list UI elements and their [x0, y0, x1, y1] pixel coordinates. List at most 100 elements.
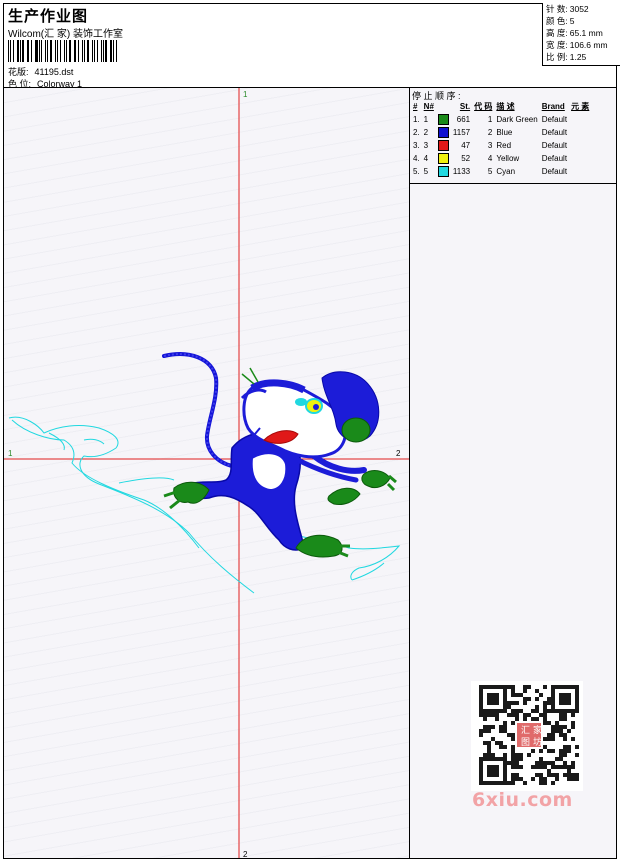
qr-module: [547, 761, 551, 765]
qr-module: [515, 765, 519, 769]
qr-module: [563, 725, 567, 729]
qr-module: [535, 717, 539, 721]
qr-module: [539, 749, 543, 753]
thread-idx: 5.: [413, 167, 420, 176]
qr-module: [571, 773, 575, 777]
thread-idx: 4.: [413, 154, 420, 163]
design-canvas: 1 1 2 2: [3, 87, 411, 859]
qr-module: [559, 749, 563, 753]
qr-module: [499, 741, 503, 745]
barcode-bar: [13, 40, 14, 62]
qr-module: [491, 725, 495, 729]
qr-module: [559, 713, 563, 717]
barcode-bar: [35, 40, 38, 62]
qr-module: [547, 701, 551, 705]
qr-module: [559, 765, 563, 769]
qr-module: [511, 781, 515, 785]
qr-module: [547, 697, 551, 701]
qr-module: [571, 761, 575, 765]
qr-module: [503, 729, 507, 733]
qr-seal-char: 家: [533, 724, 542, 736]
qr-code-graphic: 汇家图坊: [479, 685, 579, 785]
stat-height: 高 度: 65.1 mm: [546, 28, 603, 38]
qr-module: [555, 721, 559, 725]
barcode-bar: [94, 40, 95, 62]
qr-module: [551, 733, 555, 737]
barcode-bar: [65, 40, 67, 62]
thread-color-swatch: [437, 127, 449, 138]
barcode-bar: [56, 40, 58, 62]
qr-module: [491, 737, 495, 741]
thread-desc: Yellow: [496, 154, 520, 163]
qr-code-watermark: 汇家图坊: [471, 681, 583, 791]
qr-module: [539, 713, 543, 717]
qr-module: [511, 685, 515, 689]
qr-module: [547, 749, 551, 753]
qr-module: [535, 689, 539, 693]
qr-module: [543, 765, 547, 769]
qr-module: [515, 761, 519, 765]
barcode-bar: [92, 40, 94, 62]
qr-module: [559, 729, 563, 733]
qr-module: [515, 753, 519, 757]
qr-module: [559, 725, 563, 729]
qr-module: [539, 761, 543, 765]
qr-module: [535, 765, 539, 769]
barcode-bar: [28, 40, 30, 62]
barcode-bar: [10, 40, 12, 62]
barcode-bar: [16, 40, 19, 62]
qr-module: [511, 693, 515, 697]
qr-module: [511, 753, 515, 757]
qr-module: [507, 761, 511, 765]
barcode-bar: [19, 40, 21, 62]
thread-code: 2: [487, 128, 493, 137]
qr-seal-char: 图: [521, 737, 530, 748]
thread-brand: Default: [541, 154, 568, 163]
thread-n: 3: [423, 141, 429, 150]
qr-module: [523, 717, 527, 721]
qr-module: [519, 709, 523, 713]
qr-module: [575, 745, 579, 749]
qr-module: [535, 705, 539, 709]
qr-module: [527, 685, 531, 689]
qr-module: [531, 709, 535, 713]
barcode-bar: [78, 40, 80, 62]
header-panel: 生产作业图 Wilcom(汇 家) 装饰工作室 花版: 41195.dst 色 位…: [3, 3, 620, 89]
qr-module: [511, 721, 515, 725]
qr-module: [567, 729, 571, 733]
qr-module: [499, 745, 503, 749]
barcode-bar: [22, 40, 24, 62]
col-desc: 描 述: [496, 102, 515, 111]
qr-module: [539, 777, 543, 781]
qr-module: [515, 713, 519, 717]
qr-module: [507, 781, 511, 785]
thread-row: 4. 4 52 4 Yellow Default: [411, 152, 591, 165]
qr-finder-center: [487, 693, 499, 705]
thread-element: [569, 113, 591, 126]
qr-module: [503, 725, 507, 729]
qr-module: [511, 689, 515, 693]
thread-row: 3. 3 47 3 Red Default: [411, 139, 591, 152]
thread-swatch: [436, 126, 451, 139]
qr-module: [551, 729, 555, 733]
qr-module: [575, 773, 579, 777]
thread-desc: Red: [496, 141, 512, 150]
qr-module: [543, 709, 547, 713]
qr-module: [515, 757, 519, 761]
qr-module: [511, 709, 515, 713]
qr-module: [555, 729, 559, 733]
qr-module: [483, 729, 487, 733]
thread-element: [569, 126, 591, 139]
col-color: [436, 100, 451, 113]
qr-module: [539, 693, 543, 697]
qr-module: [535, 773, 539, 777]
site-logo-watermark: 6xiu.com: [472, 789, 573, 811]
qr-module: [507, 701, 511, 705]
qr-module: [543, 705, 547, 709]
thread-element: [569, 165, 591, 178]
qr-module: [543, 745, 547, 749]
qr-module: [507, 733, 511, 737]
qr-module: [543, 777, 547, 781]
qr-module: [547, 733, 551, 737]
qr-module: [543, 737, 547, 741]
